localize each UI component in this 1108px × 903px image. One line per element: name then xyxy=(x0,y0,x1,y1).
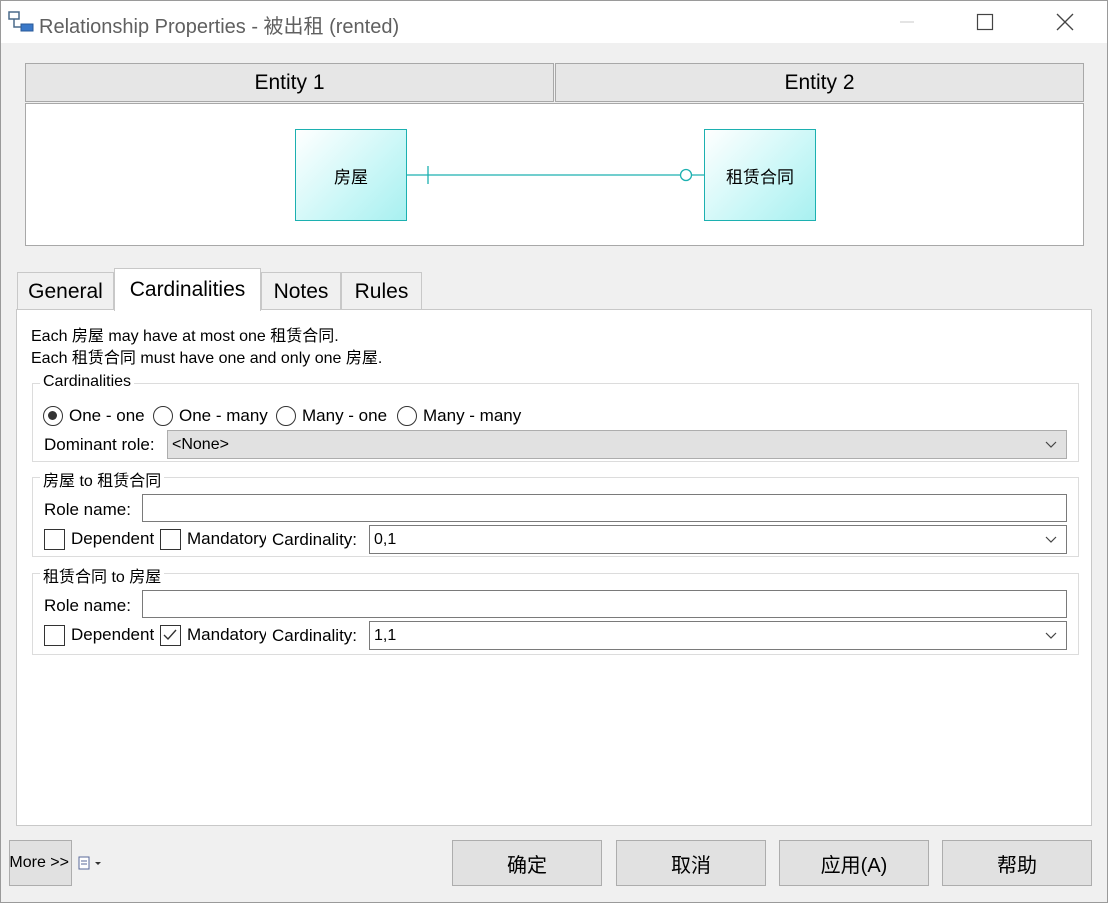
mandatory-label: Mandatory xyxy=(187,529,266,548)
maximize-icon xyxy=(976,13,994,31)
entity1-name: 房屋 xyxy=(334,167,368,188)
tab-general[interactable]: General xyxy=(17,272,114,310)
dependent-label: Dependent xyxy=(71,625,154,644)
relationship-icon xyxy=(8,11,34,32)
minimize-icon xyxy=(900,21,914,23)
checkmark-icon xyxy=(163,629,177,640)
window-title: Relationship Properties - 被出租 (rented) xyxy=(39,16,400,38)
entity2-name: 租赁合同 xyxy=(726,167,794,188)
ok-button[interactable]: 确定 xyxy=(452,840,602,886)
entity1-header: Entity 1 xyxy=(25,63,554,102)
radio-one-many[interactable]: One - many xyxy=(153,403,268,429)
role-name-input[interactable] xyxy=(142,494,1067,522)
radio-unchecked-icon xyxy=(153,406,173,426)
help-button[interactable]: 帮助 xyxy=(942,840,1092,886)
cardinalities-group: Cardinalities One - one One - many Many … xyxy=(32,373,1079,462)
tab-rules[interactable]: Rules xyxy=(341,272,422,310)
dependent-checkbox[interactable]: Dependent xyxy=(44,622,154,648)
role-b-to-a-group: 租赁合同 to 房屋 Role name: Dependent Mandator… xyxy=(32,563,1079,655)
cardinality-value: 0,1 xyxy=(374,530,397,548)
description-line-1: Each 房屋 may have at most one 租赁合同. xyxy=(31,328,339,345)
dominant-role-value: <None> xyxy=(172,435,229,453)
mandatory-label: Mandatory xyxy=(187,625,266,644)
mandatory-checkbox[interactable]: Mandatory xyxy=(160,622,266,648)
mandatory-checkbox[interactable]: Mandatory xyxy=(160,526,266,552)
close-button[interactable] xyxy=(1025,1,1105,43)
title-bar[interactable]: Relationship Properties - 被出租 (rented) xyxy=(1,1,1107,43)
radio-checked-icon xyxy=(43,406,63,426)
role-a-to-b-group: 房屋 to 租赁合同 Role name: Dependent Mandator… xyxy=(32,467,1079,557)
cardinality-value: 1,1 xyxy=(374,626,397,644)
close-icon xyxy=(1056,13,1074,31)
entity-box-2: 租赁合同 xyxy=(704,129,816,221)
radio-many-one[interactable]: Many - one xyxy=(276,403,391,429)
entity2-header: Entity 2 xyxy=(555,63,1084,102)
cardinalities-panel: Each 房屋 may have at most one 租赁合同. Each … xyxy=(16,309,1092,826)
dependent-checkbox[interactable]: Dependent xyxy=(44,526,154,552)
dialog-window: Relationship Properties - 被出租 (rented) E… xyxy=(0,0,1108,903)
dominant-role-select[interactable]: <None> xyxy=(167,430,1067,459)
radio-unchecked-icon xyxy=(276,406,296,426)
role-b-to-a-title: 租赁合同 to 房屋 xyxy=(40,563,165,587)
chevron-down-icon xyxy=(1045,441,1057,448)
role-name-label: Role name: xyxy=(44,596,131,615)
more-button-label: More >> xyxy=(9,854,69,871)
chevron-down-icon xyxy=(1045,632,1057,639)
radio-one-one-label: One - one xyxy=(69,406,145,425)
apply-button[interactable]: 应用(A) xyxy=(779,840,929,886)
cardinality-select[interactable]: 1,1 xyxy=(369,621,1067,650)
relationship-line xyxy=(407,166,704,184)
role-a-to-b-title: 房屋 to 租赁合同 xyxy=(40,467,165,491)
cardinality-label: Cardinality: xyxy=(272,530,358,549)
cancel-button[interactable]: 取消 xyxy=(616,840,766,886)
role-name-input[interactable] xyxy=(142,590,1067,618)
entity-box-1: 房屋 xyxy=(295,129,407,221)
dependent-label: Dependent xyxy=(71,529,154,548)
radio-many-one-label: Many - one xyxy=(302,406,388,425)
checkbox-unchecked-icon xyxy=(44,624,65,646)
minimize-button[interactable] xyxy=(867,1,947,43)
cardinality-select[interactable]: 0,1 xyxy=(369,525,1067,554)
tab-notes[interactable]: Notes xyxy=(261,272,341,310)
tab-cardinalities[interactable]: Cardinalities xyxy=(114,268,261,311)
more-button[interactable]: More >> xyxy=(9,840,72,886)
chevron-down-icon xyxy=(1045,536,1057,543)
maximize-button[interactable] xyxy=(945,1,1025,43)
role-name-label: Role name: xyxy=(44,500,131,519)
checkbox-unchecked-icon xyxy=(44,528,65,550)
checkbox-checked-icon xyxy=(160,624,181,646)
relationship-diagram: 房屋 租赁合同 xyxy=(25,103,1084,246)
radio-one-many-label: One - many xyxy=(179,406,268,425)
radio-many-many-label: Many - many xyxy=(423,406,522,425)
dominant-role-label: Dominant role: xyxy=(44,435,155,454)
radio-one-one[interactable]: One - one xyxy=(43,403,150,429)
description-line-2: Each 租赁合同 must have one and only one 房屋. xyxy=(31,350,383,367)
cardinality-label: Cardinality: xyxy=(272,626,358,645)
radio-unchecked-icon xyxy=(397,406,417,426)
checkbox-unchecked-icon xyxy=(160,528,181,550)
radio-many-many[interactable]: Many - many xyxy=(397,403,528,429)
cardinalities-group-title: Cardinalities xyxy=(40,373,135,391)
menu-dropdown-icon[interactable] xyxy=(77,853,109,873)
